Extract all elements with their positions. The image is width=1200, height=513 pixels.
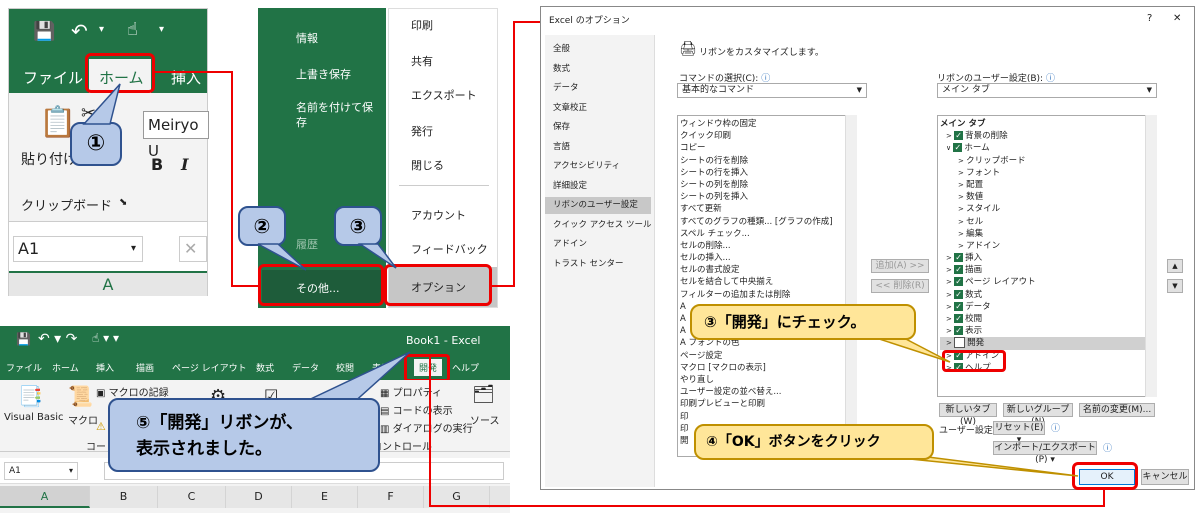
step4-ok-callout: ④「OK」ボタンをクリック [694,424,934,460]
yellow-pointers [869,335,1079,477]
step3-check-callout: ③「開発」にチェック。 [690,304,916,340]
